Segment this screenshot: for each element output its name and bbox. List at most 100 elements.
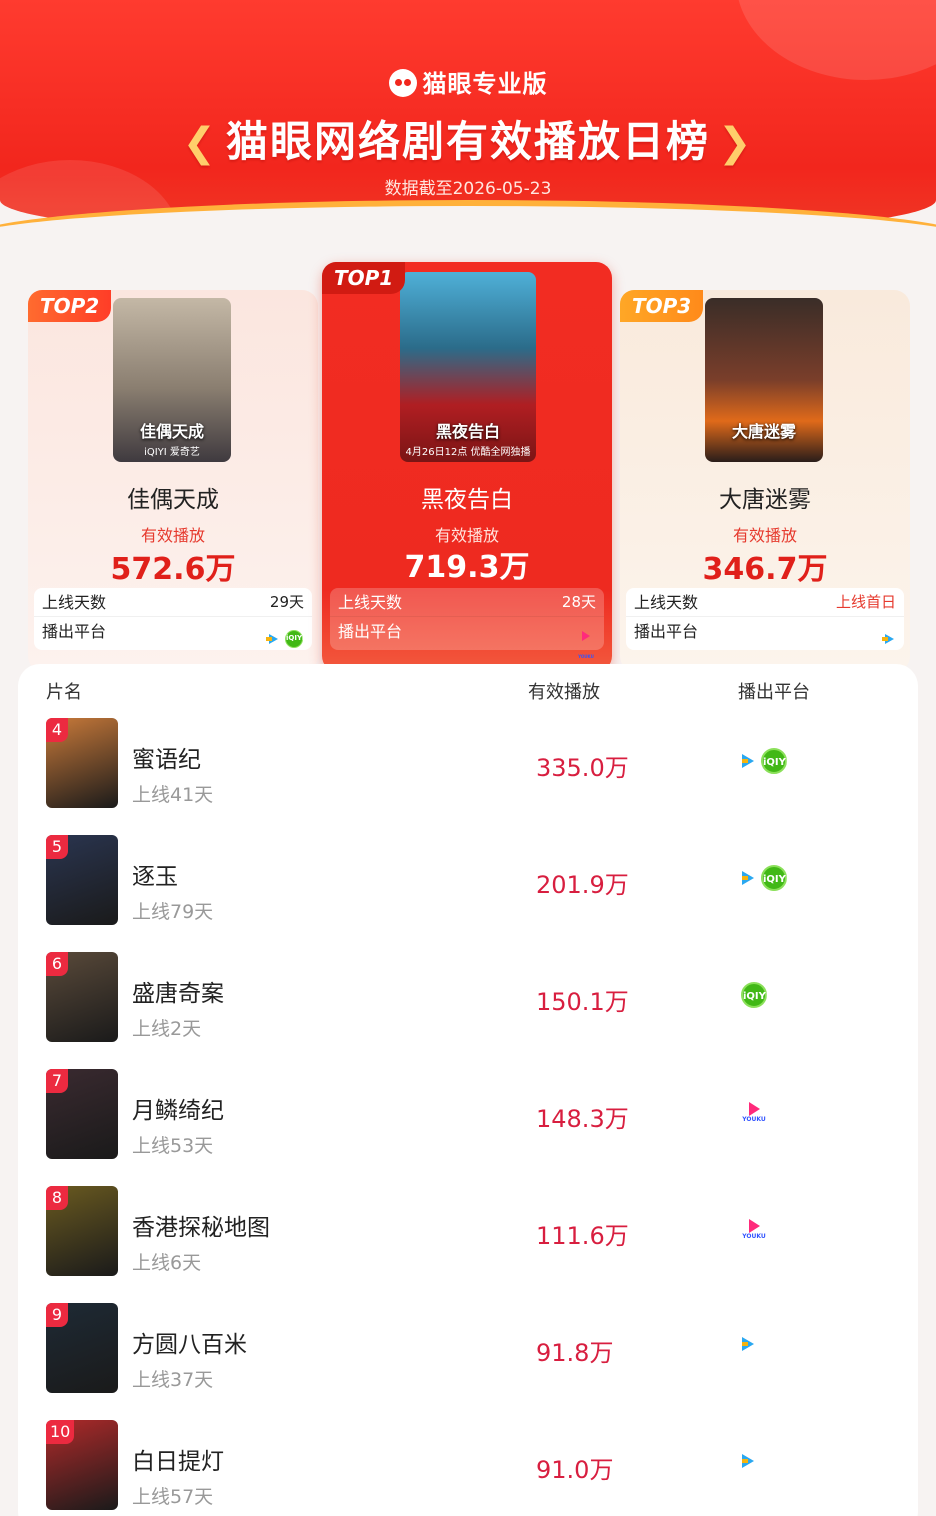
tencent-video-icon bbox=[742, 1336, 754, 1351]
play-count: 91.0万 bbox=[536, 1456, 614, 1484]
iqiyi-icon: iQIYI bbox=[761, 748, 790, 774]
list-item[interactable]: 9 方圆八百米上线37天 91.8万 bbox=[18, 1303, 918, 1413]
list-item[interactable]: 6 盛唐奇案上线2天 150.1万 iQIYI bbox=[18, 952, 918, 1062]
rank-tag: TOP1 bbox=[322, 262, 406, 294]
rank-badge: 6 bbox=[46, 952, 68, 976]
data-date: 数据截至2026-05-23 bbox=[384, 179, 552, 199]
rank-badge: 10 bbox=[46, 1420, 75, 1444]
play-count: 111.6万 bbox=[536, 1222, 629, 1250]
poster-image: 佳偶天成 iQIYI 爱奇艺 bbox=[113, 298, 231, 462]
days-value: 上线首日 bbox=[835, 593, 896, 611]
poster-thumbnail: 10 bbox=[46, 1420, 118, 1510]
drama-name: 逐玉 bbox=[132, 864, 178, 890]
tencent-video-icon bbox=[266, 633, 278, 644]
platform-icons: iQIYI bbox=[265, 623, 306, 652]
poster-image: 黑夜告白 4月26日12点 优酷全网独播 bbox=[400, 272, 536, 462]
youku-icon bbox=[577, 630, 595, 671]
days-online: 上线57天 bbox=[132, 1486, 214, 1508]
column-header-platform: 播出平台 bbox=[738, 682, 810, 703]
platform-icons bbox=[738, 1216, 770, 1242]
poster-subtitle: iQIYI 爱奇艺 bbox=[144, 447, 200, 458]
poster-thumbnail: 6 bbox=[46, 952, 118, 1042]
poster-title: 黑夜告白 bbox=[435, 422, 500, 441]
list-item[interactable]: 5 逐玉 上线79天 201.9万 iQIYI bbox=[18, 835, 918, 945]
drama-name: 大唐迷雾 bbox=[719, 487, 811, 513]
list-item[interactable]: 10 白日提灯上线57天 91.0万 bbox=[18, 1420, 918, 1516]
poster-thumbnail: 5 bbox=[46, 835, 118, 925]
page-title-text: 猫眼网络剧有效播放日榜 bbox=[225, 117, 710, 166]
poster-title: 大唐迷雾 bbox=[731, 422, 796, 441]
maoyan-logo-icon bbox=[388, 69, 417, 97]
column-header-plays: 有效播放 bbox=[528, 682, 600, 703]
iqiyi-icon: iQIYI bbox=[741, 982, 770, 1008]
play-count: 150.1万 bbox=[536, 988, 629, 1016]
days-online: 上线37天 bbox=[132, 1369, 214, 1391]
play-count: 335.0万 bbox=[536, 754, 629, 782]
list-item[interactable]: 8 香港探秘地图上线6天 111.6万 bbox=[18, 1186, 918, 1296]
drama-name: 香港探秘地图 bbox=[132, 1215, 270, 1241]
page-title: ❮ 猫眼网络剧有效播放日榜 ❯ bbox=[0, 108, 936, 169]
play-count: 346.7万 bbox=[702, 552, 828, 587]
laurel-left-icon: ❮ bbox=[182, 120, 218, 166]
drama-name: 蜜语纪 bbox=[132, 747, 201, 773]
iqiyi-icon: iQIYI bbox=[761, 865, 790, 891]
poster-thumbnail: 8 bbox=[46, 1186, 118, 1276]
days-value: 29天 bbox=[269, 593, 304, 611]
rank-badge: 5 bbox=[46, 835, 68, 859]
rank-badge: 8 bbox=[46, 1186, 68, 1210]
podium-card-top2[interactable]: 佳偶天成 iQIYI 爱奇艺 TOP2 佳偶天成 有效播放 572.6万 上线天… bbox=[28, 290, 318, 672]
play-count: 572.6万 bbox=[110, 552, 236, 587]
rank-badge: 9 bbox=[46, 1303, 68, 1327]
days-online: 上线41天 bbox=[132, 784, 214, 806]
rank-tag: TOP2 bbox=[28, 290, 112, 322]
iqiyi-icon: iQIYI bbox=[285, 629, 305, 648]
rank-tag: TOP3 bbox=[620, 290, 704, 322]
rank-badge: 7 bbox=[46, 1069, 68, 1093]
tencent-video-icon bbox=[742, 754, 754, 768]
info-box: 上线天数 28天 播出平台 bbox=[330, 588, 604, 671]
list-header: 片名 有效播放 播出平台 bbox=[18, 678, 918, 706]
play-count: 201.9万 bbox=[536, 871, 629, 899]
laurel-right-icon: ❯ bbox=[718, 120, 754, 166]
days-online: 上线53天 bbox=[132, 1135, 214, 1157]
brand-name: 猫眼专业版 bbox=[422, 70, 548, 98]
poster-title: 佳偶天成 bbox=[139, 422, 204, 441]
days-value: 28天 bbox=[561, 593, 596, 611]
metric-label: 有效播放 bbox=[732, 526, 797, 545]
tencent-video-icon bbox=[742, 871, 754, 885]
platform-label: 播出平台 bbox=[42, 622, 107, 641]
brand: 猫眼专业版 bbox=[0, 64, 936, 99]
days-online: 上线2天 bbox=[132, 1018, 202, 1040]
days-online: 上线6天 bbox=[132, 1252, 202, 1274]
tencent-video-icon bbox=[742, 1453, 754, 1468]
drama-name: 黑夜告白 bbox=[421, 487, 513, 513]
play-count: 91.8万 bbox=[536, 1339, 614, 1367]
drama-name: 白日提灯 bbox=[132, 1449, 224, 1475]
platform-icons: iQIYI bbox=[738, 865, 790, 891]
info-box: 上线天数 29天 播出平台 iQIYI bbox=[34, 588, 312, 650]
platform-icons bbox=[738, 1450, 758, 1469]
list-item[interactable]: 7 月鳞绮纪 上线53天 148.3万 bbox=[18, 1069, 918, 1179]
platform-label: 播出平台 bbox=[634, 622, 699, 641]
drama-name: 佳偶天成 bbox=[127, 487, 219, 513]
days-label: 上线天数 bbox=[634, 593, 699, 612]
poster-subtitle: 4月26日12点 优酷全网独播 bbox=[405, 447, 531, 458]
drama-name: 方圆八百米 bbox=[132, 1332, 247, 1358]
platform-icons bbox=[574, 623, 598, 671]
poster-thumbnail: 7 bbox=[46, 1069, 118, 1159]
info-box: 上线天数 上线首日 播出平台 bbox=[626, 588, 904, 650]
platform-icons: iQIYI bbox=[738, 748, 790, 774]
column-header-name: 片名 bbox=[46, 682, 82, 703]
platform-icons bbox=[881, 623, 898, 652]
metric-label: 有效播放 bbox=[140, 526, 205, 545]
podium-card-top1[interactable]: 黑夜告白 4月26日12点 优酷全网独播 TOP1 黑夜告白 有效播放 719.… bbox=[322, 262, 612, 672]
poster-thumbnail: 9 bbox=[46, 1303, 118, 1393]
podium-card-top3[interactable]: 大唐迷雾 TOP3 大唐迷雾 有效播放 346.7万 上线天数 上线首日 播出平台 bbox=[620, 290, 910, 672]
list-item[interactable]: 4 蜜语纪上线41天 335.0万 iQIYI bbox=[18, 718, 918, 828]
platform-icons bbox=[738, 1099, 770, 1125]
poster-thumbnail: 4 bbox=[46, 718, 118, 808]
play-count: 719.3万 bbox=[404, 550, 530, 585]
youku-icon bbox=[741, 1099, 767, 1125]
rank-badge: 4 bbox=[46, 718, 68, 742]
drama-name: 盛唐奇案 bbox=[132, 981, 224, 1007]
